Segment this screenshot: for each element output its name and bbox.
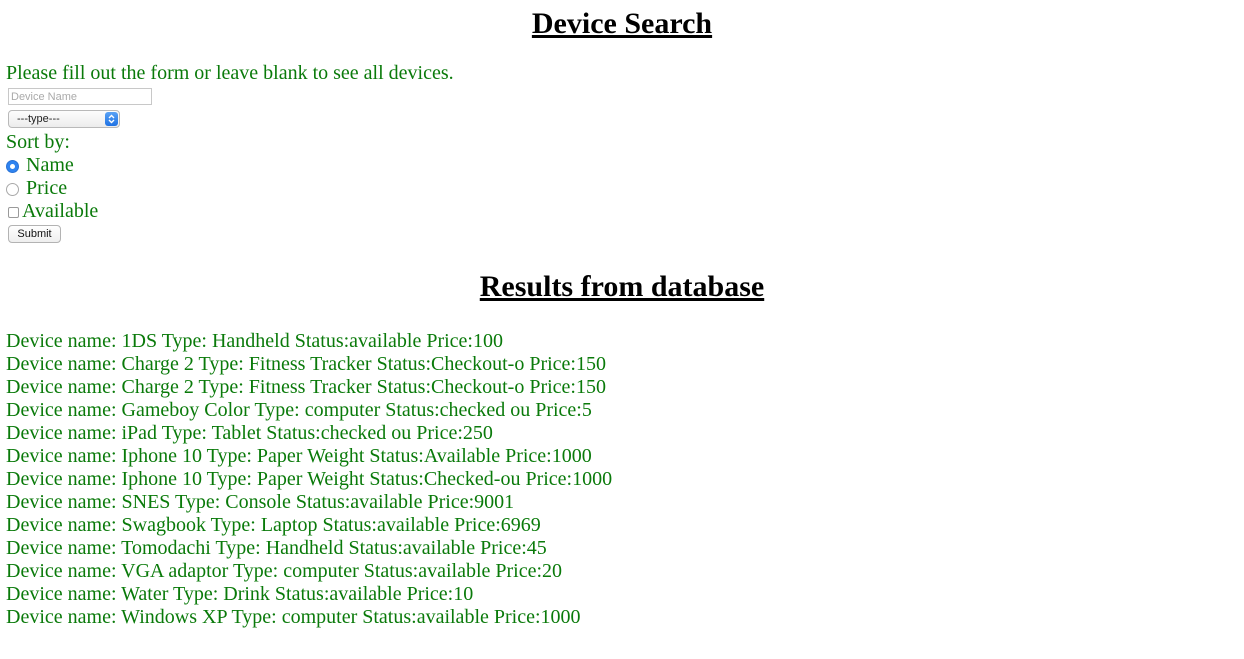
- result-row: Device name: SNES Type: Console Status:a…: [6, 491, 515, 513]
- available-option[interactable]: Available: [6, 200, 98, 223]
- result-row: Device name: VGA adaptor Type: computer …: [6, 560, 563, 582]
- result-row: Device name: Iphone 10 Type: Paper Weigh…: [6, 468, 613, 490]
- radio-price[interactable]: [6, 183, 19, 196]
- radio-name-label: Name: [26, 154, 74, 176]
- chevron-up-down-icon: [105, 112, 118, 126]
- type-select-value: ---type---: [17, 113, 60, 125]
- results-title: Results from database: [479, 270, 765, 303]
- result-row: Device name: Charge 2 Type: Fitness Trac…: [6, 353, 606, 375]
- result-row: Device name: Windows XP Type: computer S…: [6, 606, 581, 628]
- result-row: Device name: iPad Type: Tablet Status:ch…: [6, 422, 493, 444]
- device-name-input[interactable]: [8, 88, 152, 105]
- results-list: Device name: 1DS Type: Handheld Status:a…: [6, 330, 612, 629]
- available-checkbox-label: Available: [22, 200, 99, 222]
- result-row: Device name: Gameboy Color Type: compute…: [6, 399, 592, 421]
- sort-option-name[interactable]: Name: [6, 154, 74, 177]
- submit-button[interactable]: Submit: [8, 225, 61, 243]
- sort-option-price[interactable]: Price: [6, 177, 67, 200]
- result-row: Device name: Tomodachi Type: Handheld St…: [6, 537, 547, 559]
- radio-name[interactable]: [6, 160, 19, 173]
- sort-by-label: Sort by:: [6, 131, 70, 153]
- form-instructions: Please fill out the form or leave blank …: [6, 62, 454, 84]
- result-row: Device name: 1DS Type: Handheld Status:a…: [6, 330, 503, 352]
- type-select[interactable]: ---type---: [8, 110, 120, 128]
- page-title: Device Search: [531, 7, 713, 40]
- radio-price-label: Price: [26, 177, 68, 199]
- result-row: Device name: Water Type: Drink Status:av…: [6, 583, 474, 605]
- result-row: Device name: Iphone 10 Type: Paper Weigh…: [6, 445, 592, 467]
- result-row: Device name: Charge 2 Type: Fitness Trac…: [6, 376, 606, 398]
- page: Device Search Please fill out the form o…: [0, 0, 1244, 659]
- available-checkbox[interactable]: [8, 207, 19, 218]
- result-row: Device name: Swagbook Type: Laptop Statu…: [6, 514, 541, 536]
